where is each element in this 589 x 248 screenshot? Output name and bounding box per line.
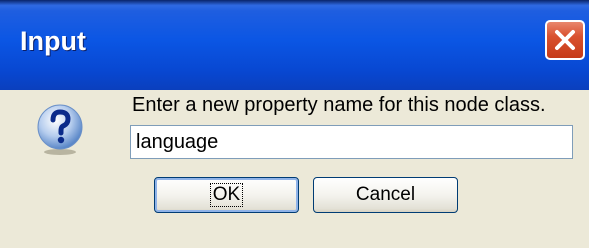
dialog-body: Enter a new property name for this node … xyxy=(0,90,589,248)
cancel-button[interactable]: Cancel xyxy=(313,177,458,213)
input-dialog: Input Enter a new property name for this… xyxy=(0,0,589,248)
close-icon xyxy=(555,30,575,50)
title-bar[interactable]: Input xyxy=(0,0,589,91)
ok-button[interactable]: OK xyxy=(154,177,299,213)
close-button[interactable] xyxy=(545,20,585,60)
prompt-message: Enter a new property name for this node … xyxy=(132,94,546,116)
ok-button-label: OK xyxy=(209,183,244,207)
window-title: Input xyxy=(20,26,86,56)
property-name-input[interactable] xyxy=(130,125,573,159)
question-icon xyxy=(37,104,83,155)
